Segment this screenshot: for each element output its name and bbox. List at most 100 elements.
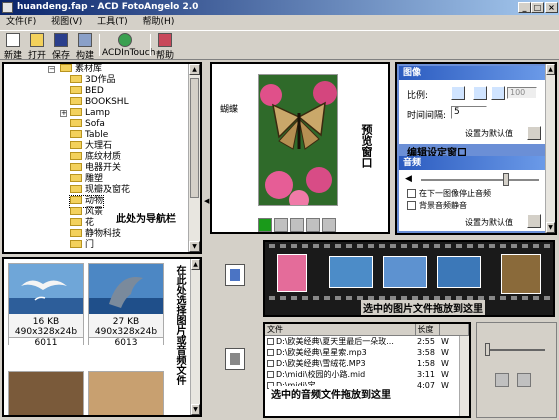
audio-stop-icon[interactable] — [517, 373, 531, 387]
ratio-spinner[interactable]: 100 — [507, 87, 537, 99]
tree-item[interactable]: 现瓣及窗花 — [70, 185, 130, 196]
filmstrip-thumb-penguins[interactable] — [329, 256, 373, 288]
folder-icon — [70, 75, 82, 83]
menu-help[interactable]: 帮助(H) — [137, 15, 181, 30]
collapse-icon[interactable]: − — [48, 66, 55, 73]
audio-seek-slider[interactable] — [485, 349, 545, 351]
add-audio-button[interactable] — [225, 348, 245, 370]
tree-item[interactable]: 电器开关 — [70, 163, 121, 174]
expand-icon[interactable]: + — [60, 110, 67, 117]
column-file[interactable]: 文件 — [265, 324, 416, 336]
tree-item[interactable]: 静物科技 — [70, 229, 121, 240]
scroll-down-icon[interactable]: ▼ — [546, 222, 555, 233]
column-extra[interactable] — [439, 324, 469, 336]
filmstrip-thumb-dolphin[interactable] — [437, 256, 481, 288]
add-image-button[interactable] — [225, 264, 245, 286]
folder-tree[interactable]: − 素材库 3D作品 BED BOOKSHL Lamp Sofa Table 大理石 底纹材质 电器… — [2, 62, 202, 254]
new-file-icon — [6, 33, 20, 47]
splitter-arrow-icon[interactable]: ◀ — [204, 195, 209, 207]
previous-icon[interactable] — [306, 218, 320, 232]
filmstrip-thumb-seagull[interactable] — [383, 256, 427, 288]
filmstrip-thumb-lion[interactable] — [501, 254, 541, 294]
close-button[interactable]: × — [545, 2, 558, 13]
help-button[interactable]: 帮助 — [154, 32, 176, 61]
tree-item[interactable]: BED — [70, 86, 104, 97]
scroll-up-icon[interactable]: ▲ — [189, 64, 200, 75]
tree-item[interactable]: 动物 — [68, 195, 105, 208]
sprocket-hole — [522, 296, 528, 300]
tree-item[interactable]: Sofa — [70, 119, 105, 130]
audio-seek-thumb[interactable] — [485, 343, 490, 356]
settings-scrollbar[interactable]: ▲ ▼ — [545, 64, 555, 233]
tree-item[interactable]: Lamp — [70, 108, 110, 119]
menu-view[interactable]: 视图(V) — [45, 15, 88, 30]
minimize-button[interactable]: _ — [518, 2, 531, 13]
tree-item[interactable]: 花 — [70, 218, 94, 229]
file-browser[interactable]: 16 KB 490x328x24b 6011 27 KB 490x328x24b… — [2, 257, 202, 417]
stop-icon[interactable] — [290, 218, 304, 232]
audio-file-icon — [267, 371, 274, 378]
thumbnail-item[interactable]: 27 KB 490x328x24b 6013 — [88, 263, 164, 348]
filmstrip[interactable]: 选中的图片文件拖放到这里 — [263, 240, 555, 317]
acdintouch-button[interactable]: ACDInTouch — [102, 32, 155, 58]
pause-icon[interactable] — [274, 218, 288, 232]
table-row[interactable]: D:\欧美经典\夏天里最后一朵玫... 2:55 W — [265, 336, 469, 348]
volume-slider-thumb[interactable] — [503, 173, 509, 186]
tree-item-root[interactable]: 素材库 — [60, 64, 102, 75]
scroll-up-icon[interactable]: ▲ — [191, 259, 200, 270]
menu-tools[interactable]: 工具(T) — [91, 15, 134, 30]
tree-item[interactable]: Table — [70, 130, 108, 141]
tree-item[interactable]: 底纹材质 — [70, 152, 121, 163]
tree-item[interactable]: 大理石 — [70, 141, 112, 152]
tree-item[interactable]: BOOKSHL — [70, 97, 129, 108]
table-row[interactable]: D:\欧美经典\星星索.mp3 3:58 W — [265, 347, 469, 358]
folder-icon — [70, 141, 82, 149]
audio-scrollbar[interactable] — [459, 336, 469, 416]
tree-item[interactable]: 3D作品 — [70, 75, 116, 86]
scroll-down-icon[interactable]: ▼ — [191, 404, 200, 415]
maximize-button[interactable]: □ — [531, 2, 544, 13]
preview-image — [258, 74, 338, 206]
table-row[interactable]: D:\midi\校园的小路.mid 3:11 W — [265, 369, 469, 380]
scroll-up-icon[interactable]: ▲ — [546, 64, 555, 75]
tree-item[interactable]: 雕塑 — [70, 174, 103, 185]
audio-set-default-button[interactable] — [527, 214, 541, 228]
scroll-thumb[interactable] — [190, 78, 199, 198]
open-button[interactable]: 打开 — [26, 32, 48, 61]
play-icon[interactable] — [258, 218, 272, 232]
audio-list[interactable]: 文件 长度 D:\欧美经典\夏天里最后一朵玫... 2:55 W D:\欧美经典\星星… — [263, 322, 471, 418]
tree-item[interactable]: 风景 — [70, 207, 103, 218]
browser-scrollbar[interactable]: ▲ ▼ — [190, 259, 200, 415]
tree-scrollbar[interactable]: ▲ ▼ — [188, 64, 200, 252]
tree-item[interactable]: 门 — [70, 240, 94, 251]
menu-file[interactable]: 文件(F) — [0, 15, 42, 30]
sprocket-hole — [544, 244, 550, 248]
sprocket-hole — [269, 244, 275, 248]
save-button[interactable]: 保存 — [50, 32, 72, 61]
sprocket-hole — [511, 244, 517, 248]
scroll-down-icon[interactable]: ▼ — [189, 241, 200, 252]
audio-stop-checkbox[interactable] — [407, 189, 416, 198]
sprocket-hole — [544, 296, 550, 300]
sprocket-hole — [445, 244, 451, 248]
build-button[interactable]: 构建 — [74, 32, 96, 61]
next-icon[interactable] — [322, 218, 336, 232]
thumbnail-item[interactable] — [88, 371, 164, 415]
filmstrip-thumb-butterfly[interactable] — [277, 254, 307, 292]
audio-cell-length: 2:55 — [417, 337, 435, 346]
image-set-default-button[interactable] — [527, 126, 541, 140]
open-folder-icon — [30, 33, 44, 47]
column-length[interactable]: 长度 — [415, 324, 440, 336]
stretch-icon[interactable] — [473, 86, 487, 100]
audio-cell-file: D:\欧美经典\夏天里最后一朵玫... — [265, 336, 415, 348]
zoom-icon[interactable] — [491, 86, 505, 100]
thumbnail-item[interactable]: 16 KB 490x328x24b 6011 — [8, 263, 84, 348]
fit-icon[interactable] — [451, 86, 465, 100]
audio-play-icon[interactable] — [495, 373, 509, 387]
interval-input[interactable]: 5 — [451, 106, 487, 119]
new-button[interactable]: 新建 — [2, 32, 24, 61]
audio-mute-checkbox[interactable] — [407, 201, 416, 210]
thumbnail-item[interactable] — [8, 371, 84, 415]
volume-slider[interactable] — [421, 179, 539, 181]
table-row[interactable]: D:\欧美经典\雪绒花.MP3 1:58 W — [265, 358, 469, 369]
